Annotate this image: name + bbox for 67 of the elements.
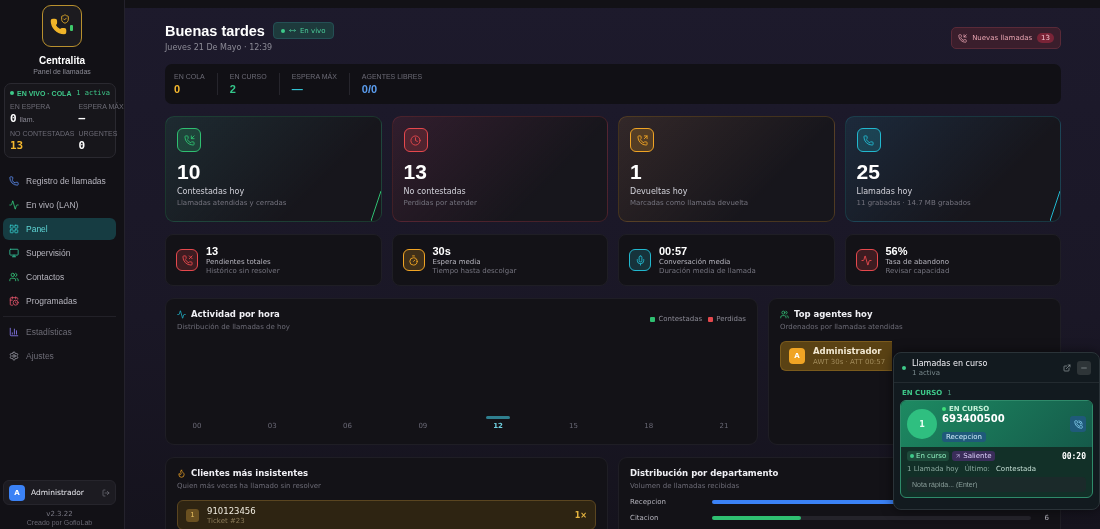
monitor-icon [9,248,19,258]
call-button[interactable] [1070,416,1086,432]
queue-value: — [291,83,304,95]
grid-icon [9,224,19,234]
stat-title: No contestadas [403,187,467,196]
stat-value: 1 [630,160,643,184]
status-dot [10,91,14,95]
call-number: 693400500 [942,413,1006,424]
panel-title: Distribución por departamento [630,468,779,478]
calendar-icon [9,296,19,306]
bar-chart-icon [9,327,19,337]
stat-value: 13 [403,160,428,184]
arrows-icon [288,27,296,34]
external-link-icon[interactable] [1063,363,1071,372]
panel-title: Llamadas en curso [912,358,989,368]
users-icon [9,272,19,282]
metric-value: 00:57 [659,245,689,257]
nav-item[interactable]: Panel [3,218,116,240]
call-count: 1× [574,510,587,520]
status-dot [902,365,906,370]
stat-title: Contestadas hoy [177,187,246,196]
nav-item[interactable]: Supervisión [3,242,116,264]
nav-item[interactable]: Contactos [3,266,116,288]
app-name: Centralita [37,55,87,66]
nav-item[interactable]: Registro de llamadas [3,170,116,192]
metric-value: 56% [885,245,909,257]
queue-value: 0/0 [361,83,379,95]
users-icon [780,309,789,319]
phone-icon [1073,419,1083,429]
nav-item[interactable]: En vivo (LAN) [3,194,116,216]
date-text: Jueves 21 De Mayo · 12:39 [165,43,274,52]
metric-value: 13 [206,245,220,257]
accent-line [1050,191,1060,221]
settings-icon [9,351,19,361]
panel-title: Top agentes hoy [794,309,873,319]
arrow-up-right-icon [955,453,962,459]
stat-value: — [78,112,86,125]
stat-value: 0 [10,112,17,125]
app-logo [42,5,82,47]
metric-value: 30s [432,245,452,257]
phone-icon [9,176,19,186]
phone-incoming-icon [958,33,968,43]
stat-title: Devueltas hoy [630,187,689,196]
stat-value: 13 [10,139,24,152]
minimize-button[interactable] [1077,360,1091,375]
pulse-icon [9,200,19,210]
client-phone: 910123456 [207,505,256,516]
panel-title: Clientes más insistentes [191,468,309,478]
status-dot [280,28,285,33]
call-index: 1 [907,409,937,439]
queue-value: 2 [229,83,237,95]
pulse-icon [177,309,186,319]
status-dot [942,407,946,411]
status-dot [910,454,914,458]
queue-value: 0 [174,83,182,95]
stat-value: 25 [856,160,881,184]
flame-icon [177,468,186,478]
accent-line [370,191,381,221]
stat-title: Llamadas hoy [856,187,914,196]
logout-icon[interactable] [102,488,110,497]
agent-name: Administrador [813,346,883,356]
stat-value: 0 [78,139,86,152]
greeting-title: Buenas tardes [165,22,265,39]
nav-item[interactable]: Programadas [3,290,116,312]
call-timer: 00:20 [1061,451,1086,461]
stat-value: 10 [177,160,202,184]
panel-title: Actividad por hora [191,309,280,319]
